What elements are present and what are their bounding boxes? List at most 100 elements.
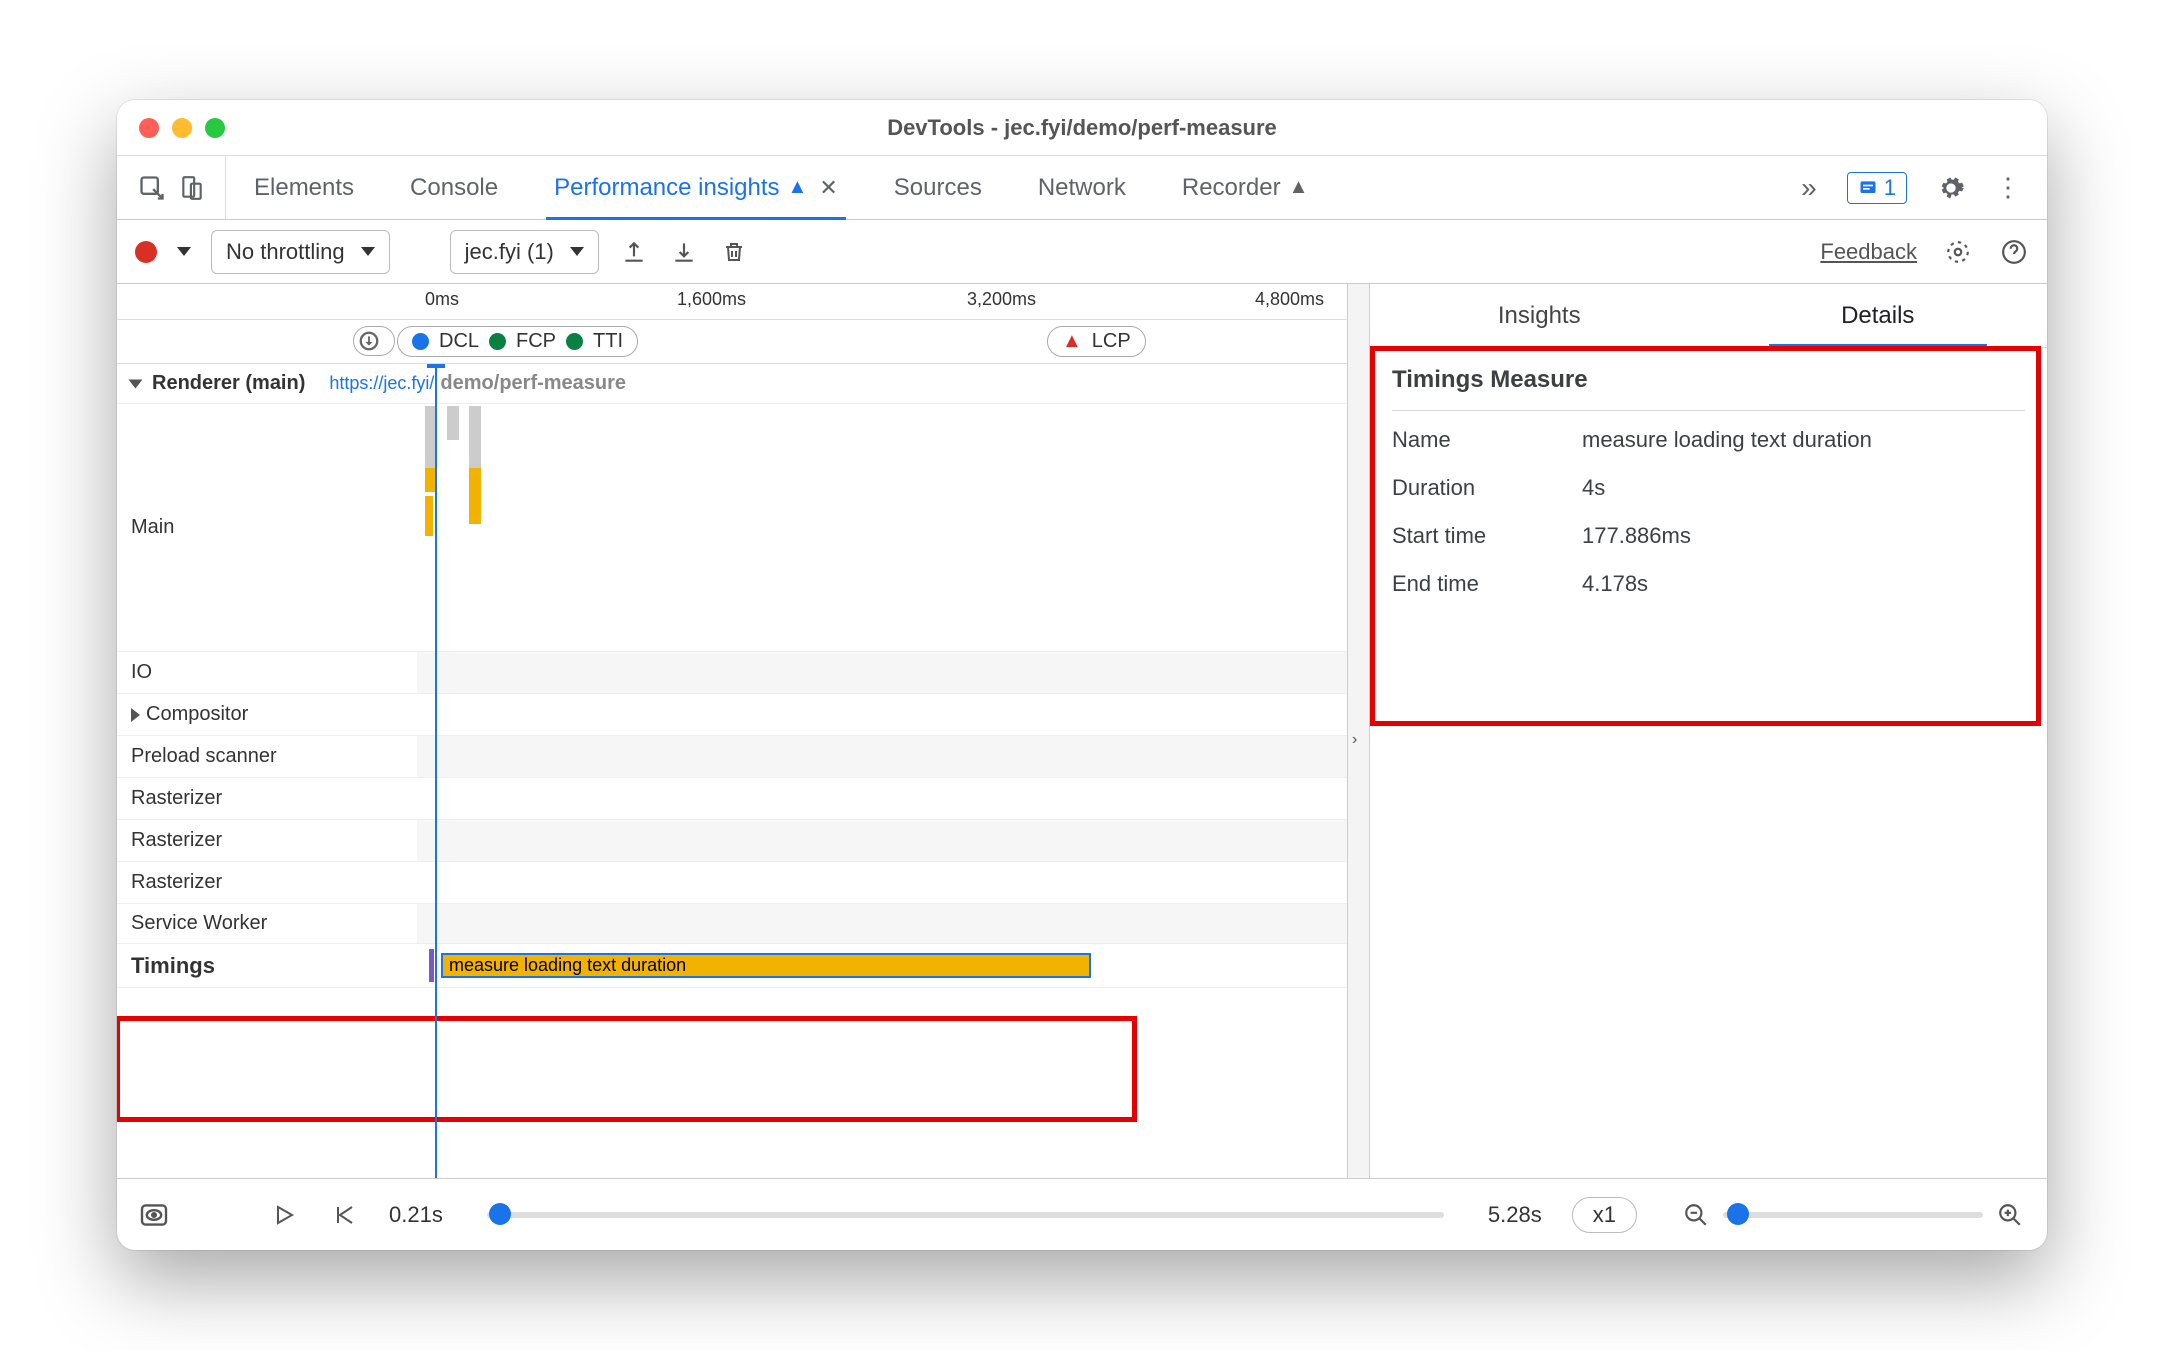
- play-icon[interactable]: [269, 1200, 299, 1230]
- record-button[interactable]: [135, 241, 157, 263]
- select-value: jec.fyi (1): [465, 239, 554, 265]
- track-compositor[interactable]: Compositor: [117, 694, 1347, 736]
- collapse-icon[interactable]: ›: [1352, 731, 1357, 749]
- tab-label: Insights: [1498, 302, 1581, 330]
- track-label: Service Worker: [131, 912, 267, 935]
- dot-icon: [489, 333, 506, 350]
- track-service-worker[interactable]: Service Worker: [117, 904, 1347, 944]
- panel-settings-icon[interactable]: [1943, 237, 1973, 267]
- seek-start-icon[interactable]: [329, 1200, 359, 1230]
- export-icon[interactable]: [619, 237, 649, 267]
- detail-row-name: Namemeasure loading text duration: [1392, 421, 2025, 459]
- inspect-element-icon[interactable]: [137, 173, 167, 203]
- track-label: IO: [131, 661, 152, 684]
- insights-toolbar: No throttling jec.fyi (1) Feedback: [117, 220, 2047, 284]
- tab-details[interactable]: Details: [1709, 284, 2048, 347]
- tab-label: Recorder: [1182, 174, 1281, 202]
- time-ruler[interactable]: 0ms 1,600ms 3,200ms 4,800ms: [117, 284, 1347, 320]
- timing-mark[interactable]: [429, 949, 434, 982]
- experiment-icon: ▲: [788, 176, 808, 199]
- side-panel: Insights Details Timings Measure Namemea…: [1369, 284, 2047, 1178]
- track-label: Rasterizer: [131, 787, 222, 810]
- tab-console[interactable]: Console: [382, 156, 526, 219]
- close-window-button[interactable]: [139, 118, 159, 138]
- track-main[interactable]: Main: [117, 404, 1347, 652]
- tab-elements[interactable]: Elements: [226, 156, 382, 219]
- ruler-tick: 3,200ms: [967, 289, 1036, 310]
- track-rasterizer[interactable]: Rasterizer: [117, 778, 1347, 820]
- help-icon[interactable]: [1999, 237, 2029, 267]
- window-title: DevTools - jec.fyi/demo/perf-measure: [117, 115, 2047, 141]
- devtools-window: DevTools - jec.fyi/demo/perf-measure Ele…: [117, 100, 2047, 1250]
- settings-icon[interactable]: [1937, 174, 1965, 202]
- track-timings[interactable]: Timings measure loading text duration: [117, 944, 1347, 988]
- tab-sources[interactable]: Sources: [866, 156, 1010, 219]
- content-area: 0ms 1,600ms 3,200ms 4,800ms DCL FCP TTI …: [117, 284, 2047, 1178]
- dot-icon: [412, 333, 429, 350]
- select-value: No throttling: [226, 239, 345, 265]
- details-title: Timings Measure: [1392, 366, 2025, 411]
- track-io[interactable]: IO: [117, 652, 1347, 694]
- tab-label: Sources: [894, 174, 982, 202]
- marker-lcp[interactable]: ▲ LCP: [1047, 326, 1146, 357]
- marker-group[interactable]: DCL FCP TTI: [397, 326, 638, 357]
- tab-performance-insights[interactable]: Performance insights ▲ ✕: [526, 156, 866, 219]
- minimize-window-button[interactable]: [172, 118, 192, 138]
- track-label: Rasterizer: [131, 829, 222, 852]
- speed-select[interactable]: x1: [1572, 1197, 1637, 1233]
- issues-badge[interactable]: 1: [1847, 172, 1907, 204]
- marker-label: FCP: [516, 330, 556, 353]
- slider-thumb[interactable]: [1727, 1203, 1749, 1225]
- panel-tabs-bar: Elements Console Performance insights ▲ …: [117, 156, 2047, 220]
- titlebar: DevTools - jec.fyi/demo/perf-measure: [117, 100, 2047, 156]
- delete-icon[interactable]: [719, 237, 749, 267]
- tab-recorder[interactable]: Recorder ▲: [1154, 156, 1337, 219]
- slider-thumb[interactable]: [489, 1203, 511, 1225]
- scroll-gutter[interactable]: ›: [1347, 284, 1369, 1178]
- track-rasterizer[interactable]: Rasterizer: [117, 862, 1347, 904]
- tab-insights[interactable]: Insights: [1370, 284, 1709, 347]
- close-tab-icon[interactable]: ✕: [819, 175, 837, 201]
- detail-value: 4.178s: [1582, 571, 1648, 597]
- url-link[interactable]: https://jec.fyi/: [329, 373, 434, 394]
- recording-select[interactable]: jec.fyi (1): [450, 230, 599, 274]
- track-rasterizer[interactable]: Rasterizer: [117, 820, 1347, 862]
- marker-cls[interactable]: [353, 326, 395, 356]
- speed-value: x1: [1593, 1202, 1616, 1227]
- throttling-select[interactable]: No throttling: [211, 230, 390, 274]
- track-renderer-header[interactable]: Renderer (main) https://jec.fyi/demo/per…: [117, 364, 1347, 404]
- detail-row-duration: Duration4s: [1392, 469, 2025, 507]
- track-preload-scanner[interactable]: Preload scanner: [117, 736, 1347, 778]
- record-options-dropdown[interactable]: [177, 247, 191, 256]
- zoom-in-icon[interactable]: [1995, 1200, 2025, 1230]
- zoom-window-button[interactable]: [205, 118, 225, 138]
- more-options-icon[interactable]: ⋮: [1995, 172, 2021, 203]
- toggle-view-icon[interactable]: [139, 1200, 169, 1230]
- detail-key: Duration: [1392, 475, 1582, 501]
- details-body: Timings Measure Namemeasure loading text…: [1370, 348, 2047, 621]
- markers-row: DCL FCP TTI ▲ LCP: [117, 320, 1347, 364]
- more-tabs-icon[interactable]: »: [1801, 172, 1817, 204]
- zoom-out-icon[interactable]: [1681, 1200, 1711, 1230]
- device-toolbar-icon[interactable]: [177, 173, 207, 203]
- import-icon[interactable]: [669, 237, 699, 267]
- marker-label: DCL: [439, 330, 479, 353]
- timing-measure-bar[interactable]: measure loading text duration: [441, 953, 1091, 978]
- ruler-tick: 0ms: [425, 289, 459, 310]
- tab-label: Elements: [254, 174, 354, 202]
- feedback-link[interactable]: Feedback: [1820, 239, 1917, 265]
- chevron-down-icon: [361, 247, 375, 256]
- expand-icon: [129, 379, 143, 388]
- zoom-slider[interactable]: [1723, 1212, 1983, 1218]
- detail-key: Start time: [1392, 523, 1582, 549]
- tab-network[interactable]: Network: [1010, 156, 1154, 219]
- playback-slider[interactable]: [487, 1212, 1444, 1218]
- ruler-tick: 1,600ms: [677, 289, 746, 310]
- playhead[interactable]: [435, 364, 437, 1178]
- issues-count: 1: [1884, 175, 1896, 201]
- detail-value: 4s: [1582, 475, 1605, 501]
- detail-row-start: Start time177.886ms: [1392, 517, 2025, 555]
- tab-label: Console: [410, 174, 498, 202]
- dot-icon: [566, 333, 583, 350]
- side-tabs: Insights Details: [1370, 284, 2047, 348]
